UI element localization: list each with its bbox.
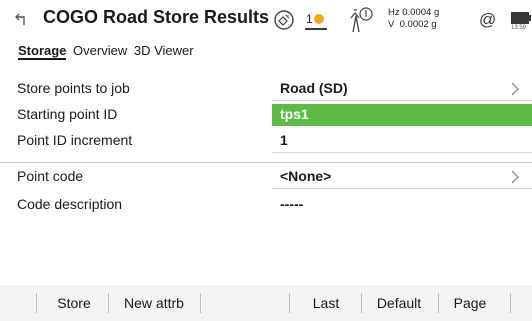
last-button[interactable]: Last	[294, 285, 358, 321]
starting-point-value: tps1	[280, 106, 309, 122]
prism-icon[interactable]	[344, 6, 374, 34]
store-points-label: Store points to job	[17, 80, 130, 96]
satellite-underline	[305, 28, 327, 30]
new-attrib-button[interactable]: New attrb	[114, 285, 194, 321]
starting-point-row: Starting point ID tps1	[0, 102, 532, 128]
toolbar-separator	[361, 293, 362, 313]
page-title: COGO Road Store Results	[43, 7, 270, 27]
softkey-toolbar: Store New attrb Last Default Page	[0, 285, 532, 321]
store-button[interactable]: Store	[52, 285, 96, 321]
point-code-value: <None>	[280, 168, 332, 184]
toolbar-separator	[510, 293, 511, 313]
code-description-row: Code description -----	[0, 192, 532, 218]
store-points-value: Road (SD)	[280, 80, 348, 96]
page-button[interactable]: Page	[442, 285, 498, 321]
point-code-label: Point code	[17, 168, 84, 184]
battery-time: 13:59	[511, 25, 527, 31]
toolbar-separator	[108, 293, 109, 313]
starting-point-input[interactable]: tps1	[272, 104, 532, 126]
code-description-field: -----	[272, 194, 532, 216]
hz-value: Hz 0.0004 g	[388, 7, 440, 18]
toolbar-separator	[289, 293, 290, 313]
back-icon[interactable]	[15, 12, 29, 26]
at-icon[interactable]: @	[479, 10, 496, 30]
default-button[interactable]: Default	[364, 285, 434, 321]
tab-storage[interactable]: Storage	[18, 43, 67, 60]
increment-value: 1	[280, 132, 288, 148]
tab-overview[interactable]: Overview	[73, 43, 127, 58]
toolbar-separator	[36, 293, 37, 313]
section-divider	[0, 162, 532, 163]
increment-label: Point ID increment	[17, 132, 133, 148]
code-description-value: -----	[280, 196, 304, 212]
angle-readout: Hz 0.0004 g V 0.0002 g	[388, 7, 439, 31]
increment-input[interactable]: 1	[272, 130, 532, 153]
chevron-right-icon	[511, 82, 519, 96]
tab-3d-viewer[interactable]: 3D Viewer	[134, 43, 194, 58]
title-bar: COGO Road Store Results 1 Hz 0.0004 g V …	[0, 0, 532, 40]
tab-bar: Storage Overview 3D Viewer	[18, 43, 197, 63]
starting-point-label: Starting point ID	[17, 106, 118, 122]
increment-row: Point ID increment 1	[0, 128, 532, 154]
store-points-row: Store points to job Road (SD)	[0, 76, 532, 102]
v-value: V 0.0002 g	[388, 19, 437, 30]
satellite-icon[interactable]	[273, 9, 295, 31]
status-dot	[313, 14, 324, 24]
point-code-select[interactable]: <None>	[272, 166, 532, 189]
satellite-count: 1	[306, 12, 324, 26]
point-code-row: Point code <None>	[0, 164, 532, 190]
code-description-label: Code description	[17, 196, 123, 212]
toolbar-separator	[200, 293, 201, 313]
chevron-right-icon	[511, 170, 519, 184]
store-points-select[interactable]: Road (SD)	[272, 78, 532, 101]
satellite-count-value: 1	[306, 12, 313, 26]
toolbar-separator	[438, 293, 439, 313]
